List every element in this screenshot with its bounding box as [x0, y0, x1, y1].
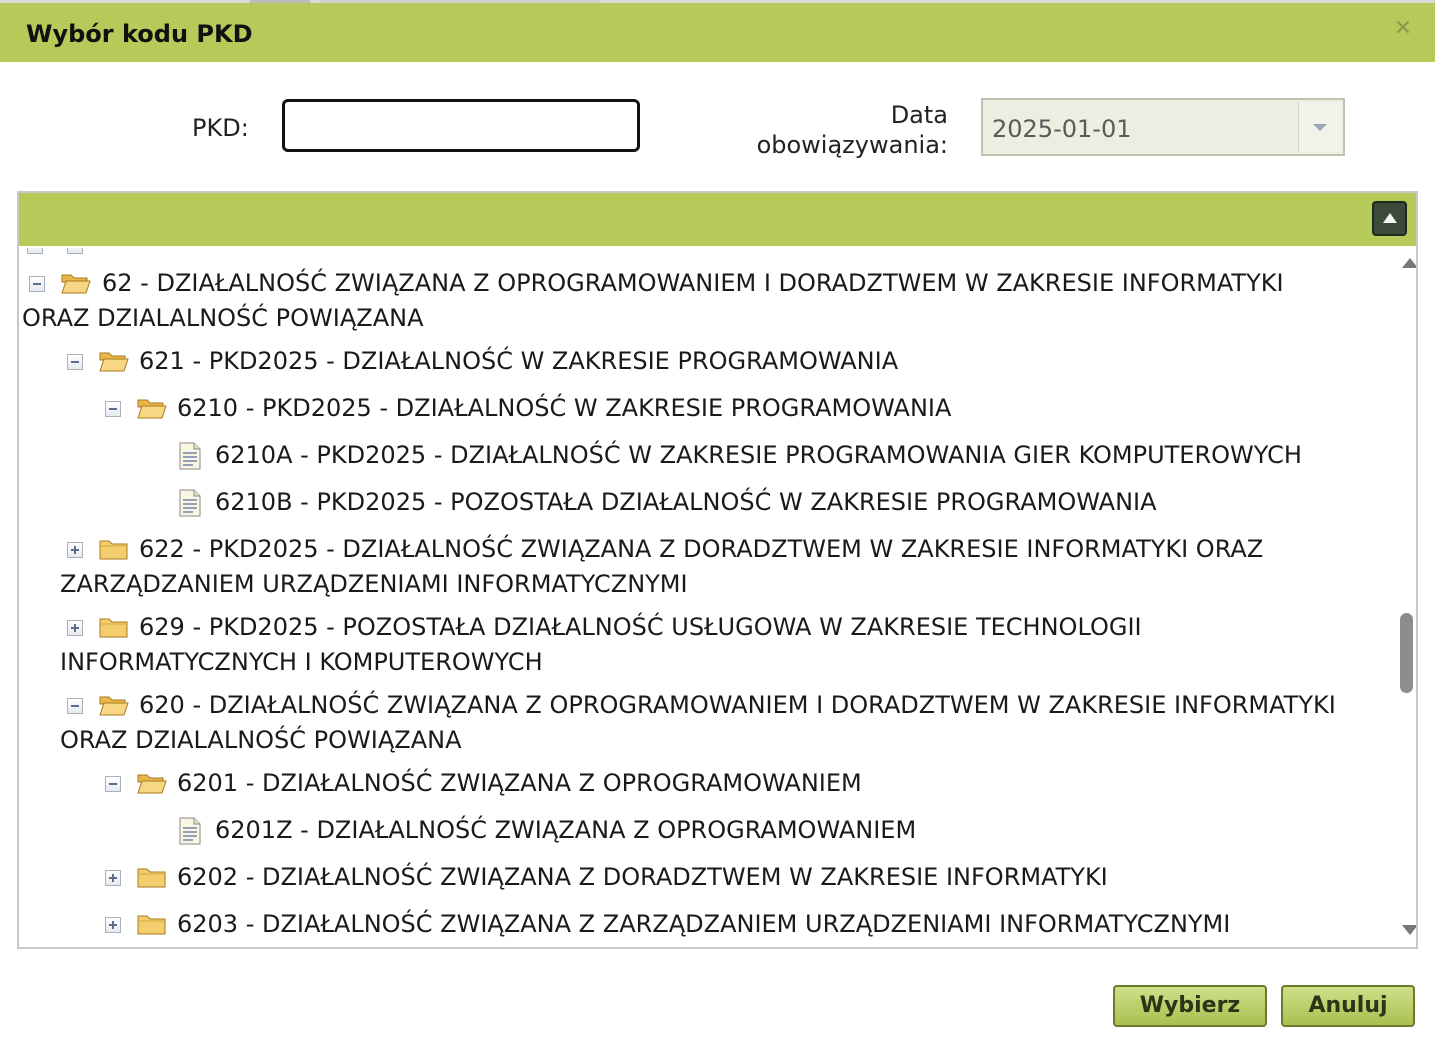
folder-open-icon [137, 399, 167, 419]
document-icon [179, 817, 201, 845]
scrollbar-thumb[interactable] [1400, 613, 1413, 693]
tree-node-6203[interactable]: 6203 - DZIAŁALNOŚĆ ZWIĄZANA Z ZARZĄDZANI… [177, 907, 1230, 942]
pkd-tree-panel: 62 - DZIAŁALNOŚĆ ZWIĄZANA Z OPROGRAMOWAN… [17, 191, 1418, 949]
folder-open-icon [137, 774, 167, 794]
date-dropdown-button[interactable] [1298, 102, 1341, 152]
tree-node-label[interactable]: 6202 - DZIAŁALNOŚĆ ZWIĄZANA Z DORADZTWEM… [177, 863, 1108, 891]
expand-icon[interactable] [105, 870, 121, 886]
tree-node-label[interactable]: 6203 - DZIAŁALNOŚĆ ZWIĄZANA Z ZARZĄDZANI… [177, 910, 1230, 938]
tree-node-label[interactable]: 6210 - PKD2025 - DZIAŁALNOŚĆ W ZAKRESIE … [177, 394, 951, 422]
tree-node-629[interactable]: 629 - PKD2025 - POZOSTAŁA DZIAŁALNOŚĆ US… [60, 610, 1380, 680]
triangle-up-icon [1383, 213, 1397, 223]
tree-node-label[interactable]: 621 - PKD2025 - DZIAŁALNOŚĆ W ZAKRESIE P… [139, 347, 898, 375]
tree-node-620[interactable]: 620 - DZIAŁALNOŚĆ ZWIĄZANA Z OPROGRAMOWA… [60, 688, 1350, 758]
tree-node-label[interactable]: 6210B - PKD2025 - POZOSTAŁA DZIAŁALNOŚĆ … [215, 488, 1157, 516]
tree-node-622[interactable]: 622 - PKD2025 - DZIAŁALNOŚĆ ZWIĄZANA Z D… [60, 532, 1360, 602]
folder-icon [137, 915, 166, 935]
tree-node-label[interactable]: 6210A - PKD2025 - DZIAŁALNOŚĆ W ZAKRESIE… [215, 441, 1302, 469]
scroll-up-icon[interactable] [1402, 258, 1416, 268]
folder-open-icon [99, 352, 129, 372]
tree-node-label[interactable]: 62 - DZIAŁALNOŚĆ ZWIĄZANA Z OPROGRAMOWAN… [22, 266, 1352, 336]
scroll-down-icon[interactable] [1402, 925, 1416, 935]
chevron-down-icon [1313, 124, 1327, 131]
date-label: Data obowiązywania: [756, 101, 948, 159]
date-select[interactable]: 2025-01-01 [981, 98, 1345, 156]
collapse-icon[interactable] [105, 401, 121, 417]
tree-node-label[interactable]: 622 - PKD2025 - DZIAŁALNOŚĆ ZWIĄZANA Z D… [60, 532, 1360, 602]
tree-node-6210b[interactable]: 6210B - PKD2025 - POZOSTAŁA DZIAŁALNOŚĆ … [215, 485, 1157, 520]
close-icon[interactable]: ✕ [1391, 17, 1415, 41]
tree-body: 62 - DZIAŁALNOŚĆ ZWIĄZANA Z OPROGRAMOWAN… [19, 248, 1416, 947]
collapse-icon[interactable] [67, 354, 83, 370]
tree-scrollbar[interactable] [1399, 248, 1416, 947]
tree-node-6201z[interactable]: 6201Z - DZIAŁALNOŚĆ ZWIĄZANA Z OPROGRAMO… [215, 813, 916, 848]
pkd-label: PKD: [192, 114, 249, 142]
tree-node-6201[interactable]: 6201 - DZIAŁALNOŚĆ ZWIĄZANA Z OPROGRAMOW… [177, 766, 862, 801]
collapse-icon[interactable] [105, 776, 121, 792]
tree-node-6202[interactable]: 6202 - DZIAŁALNOŚĆ ZWIĄZANA Z DORADZTWEM… [177, 860, 1108, 895]
document-icon [179, 442, 201, 470]
tree-toggle-partial[interactable] [67, 248, 83, 254]
document-icon [179, 489, 201, 517]
expand-icon[interactable] [105, 917, 121, 933]
tree-node-label[interactable]: 6201 - DZIAŁALNOŚĆ ZWIĄZANA Z OPROGRAMOW… [177, 769, 862, 797]
tree-node-label[interactable]: 620 - DZIAŁALNOŚĆ ZWIĄZANA Z OPROGRAMOWA… [60, 688, 1350, 758]
dialog-title: Wybór kodu PKD [26, 20, 253, 48]
tree-node-62[interactable]: 62 - DZIAŁALNOŚĆ ZWIĄZANA Z OPROGRAMOWAN… [22, 266, 1352, 336]
tree-node-6210[interactable]: 6210 - PKD2025 - DZIAŁALNOŚĆ W ZAKRESIE … [177, 391, 951, 426]
tree-header [19, 193, 1416, 246]
pkd-input[interactable] [282, 99, 640, 152]
tree-toggle-partial[interactable] [27, 248, 43, 254]
dialog-header: Wybór kodu PKD ✕ [0, 3, 1435, 62]
tree-node-label[interactable]: 629 - PKD2025 - POZOSTAŁA DZIAŁALNOŚĆ US… [60, 610, 1380, 680]
date-value: 2025-01-01 [992, 115, 1132, 143]
tree-node-621[interactable]: 621 - PKD2025 - DZIAŁALNOŚĆ W ZAKRESIE P… [139, 344, 898, 379]
cancel-button[interactable]: Anuluj [1281, 985, 1415, 1027]
tree-node-label[interactable]: 6201Z - DZIAŁALNOŚĆ ZWIĄZANA Z OPROGRAMO… [215, 816, 916, 844]
select-button[interactable]: Wybierz [1113, 985, 1267, 1027]
folder-icon [137, 868, 166, 888]
tree-node-6210a[interactable]: 6210A - PKD2025 - DZIAŁALNOŚĆ W ZAKRESIE… [215, 438, 1302, 473]
collapse-all-button[interactable] [1372, 201, 1407, 236]
